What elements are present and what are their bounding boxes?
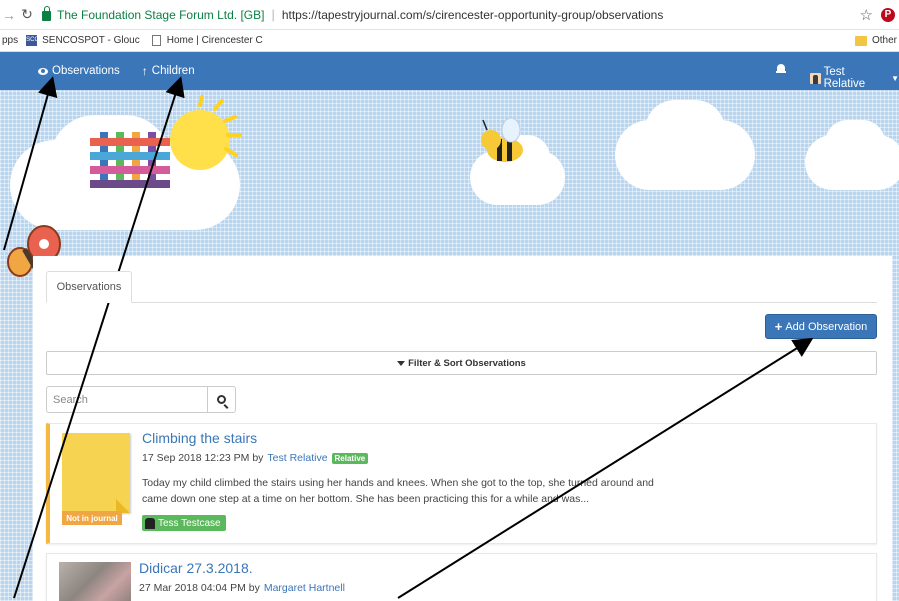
child-tag[interactable]: Tess Testcase	[142, 515, 226, 531]
plus-icon: +	[774, 319, 783, 334]
observation-meta: 27 Mar 2018 04:04 PM by Margaret Hartnel…	[139, 582, 345, 594]
reload-icon[interactable]: ↻	[18, 6, 36, 23]
bookmark-other[interactable]: Other	[854, 35, 897, 46]
url-text[interactable]: https://tapestryjournal.com/s/cirenceste…	[282, 8, 664, 22]
eye-icon	[38, 67, 48, 75]
search-button[interactable]	[207, 386, 236, 413]
observation-author[interactable]: Margaret Hartnell	[264, 582, 345, 594]
pinterest-icon[interactable]: P	[881, 8, 895, 22]
right-background	[892, 260, 899, 601]
weave-logo	[90, 132, 170, 188]
bee-decoration	[481, 117, 523, 162]
bookmark-sencospot[interactable]: SCC SENCOSPOT - Glouc	[26, 35, 140, 46]
left-background	[0, 260, 33, 601]
header-banner	[0, 90, 899, 260]
observation-excerpt: Today my child climbed the stairs using …	[142, 477, 654, 505]
bookmark-home-cirencester[interactable]: Home | Cirencester C	[151, 35, 263, 46]
cloud-decoration	[645, 100, 725, 160]
tab-divider	[46, 302, 877, 303]
document-icon	[151, 35, 161, 46]
folder-icon	[854, 35, 867, 46]
cloud-decoration	[825, 120, 885, 165]
site-identity-label: The Foundation Stage Forum Ltd. [GB]	[57, 7, 265, 22]
search-input[interactable]	[46, 386, 207, 413]
observation-author[interactable]: Test Relative	[267, 452, 327, 464]
observation-date: 17 Sep 2018 12:23 PM by	[142, 452, 264, 464]
caret-down-icon: ▼	[891, 73, 899, 83]
child-name: Tess Testcase	[158, 517, 221, 529]
tab-observations[interactable]: Observations	[46, 271, 132, 303]
nav-observations[interactable]: Observations	[38, 65, 120, 77]
filter-icon	[397, 360, 406, 366]
user-menu[interactable]: Test Relative ▼	[810, 66, 899, 90]
observation-meta: 17 Sep 2018 12:23 PM by Test Relative Re…	[142, 452, 369, 464]
child-avatar-icon	[145, 517, 155, 529]
observation-date: 27 Mar 2018 04:04 PM by	[139, 582, 260, 594]
child-icon: ↑	[141, 64, 148, 78]
bookmark-other-label: Other	[871, 35, 897, 46]
status-badge: Not in journal	[62, 511, 122, 525]
app-navbar: Observations ↑ Children Test Relative ▼	[0, 52, 899, 90]
filter-sort-label: Filter & Sort Observations	[408, 357, 526, 369]
observation-card[interactable]: Not in journal Climbing the stairs 17 Se…	[46, 423, 877, 544]
forward-arrow-icon[interactable]: →	[0, 7, 18, 23]
observation-thumbnail[interactable]	[59, 562, 131, 601]
observation-title[interactable]: Didicar 27.3.2018.	[139, 560, 253, 576]
user-avatar-icon	[810, 72, 821, 84]
url-separator: |	[271, 7, 275, 22]
filter-sort-toggle[interactable]: Filter & Sort Observations	[46, 351, 877, 375]
nav-children-label: Children	[151, 65, 195, 77]
browser-address-bar: → ↻ The Foundation Stage Forum Ltd. [GB]…	[0, 0, 899, 30]
sticky-note-icon	[62, 433, 130, 513]
add-observation-label: Add Observation	[785, 320, 868, 333]
bookmarks-bar: pps SCC SENCOSPOT - Glouc Home | Cirence…	[0, 30, 899, 52]
notification-bell-icon[interactable]	[776, 64, 786, 75]
role-badge: Relative	[331, 452, 369, 464]
search-group	[46, 386, 236, 413]
observation-title[interactable]: Climbing the stairs	[142, 430, 257, 446]
main-panel: Observations + Add Observation Filter & …	[33, 256, 892, 601]
bookmark-label: SENCOSPOT - Glouc	[42, 35, 140, 46]
bookmark-apps[interactable]: pps	[2, 35, 18, 46]
scc-icon: SCC	[26, 35, 39, 46]
user-name: Test Relative	[823, 66, 866, 90]
lock-icon	[42, 5, 51, 21]
add-observation-button[interactable]: + Add Observation	[765, 314, 877, 339]
tab-observations-label: Observations	[56, 281, 122, 293]
address-bar-actions: ☆ P	[860, 6, 895, 24]
search-icon	[217, 395, 226, 404]
nav-observations-label: Observations	[52, 65, 120, 77]
bookmark-label: Home | Cirencester C	[166, 35, 263, 46]
observation-card[interactable]: Didicar 27.3.2018. 27 Mar 2018 04:04 PM …	[46, 553, 877, 601]
site-identity[interactable]: The Foundation Stage Forum Ltd. [GB]	[42, 5, 265, 22]
bookmark-star-icon[interactable]: ☆	[860, 6, 873, 24]
sun-rays-decoration	[198, 95, 242, 157]
nav-children[interactable]: ↑ Children	[142, 64, 195, 78]
